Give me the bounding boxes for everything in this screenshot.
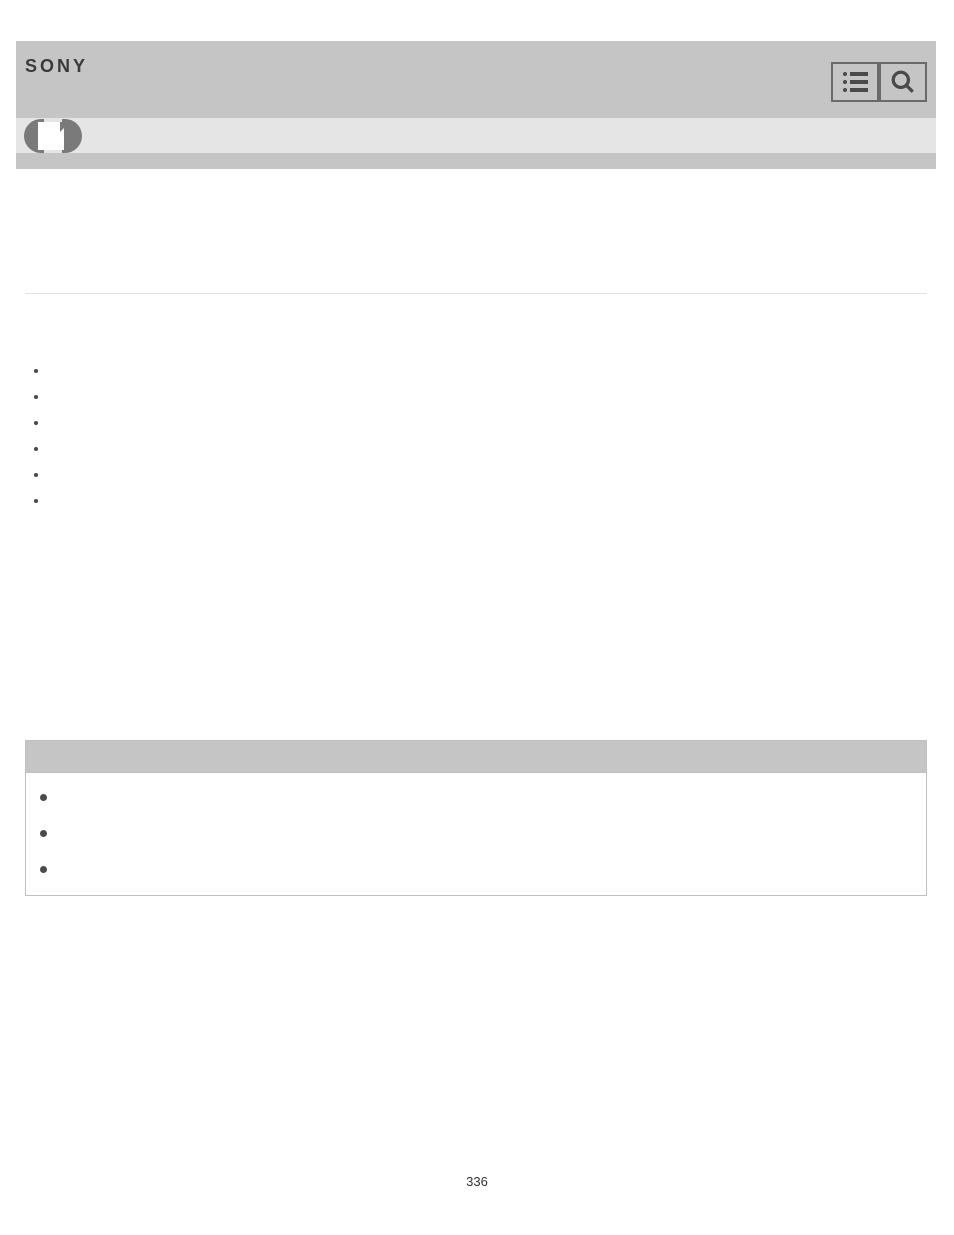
search-icon[interactable] [879, 62, 927, 102]
list-item [38, 471, 927, 477]
note-item [40, 793, 912, 801]
note-item [40, 829, 912, 837]
content-divider [25, 293, 927, 294]
list-item [38, 497, 927, 503]
list-item [38, 367, 927, 373]
note-item [40, 865, 912, 873]
header-bottom-bar [16, 153, 936, 169]
list-item [38, 393, 927, 399]
sub-header-bar [16, 118, 936, 153]
brand-logo: SONY [25, 56, 88, 77]
list-item [38, 445, 927, 451]
note-header [26, 741, 926, 773]
page-number: 336 [466, 1174, 488, 1189]
header-icons [831, 62, 927, 102]
book-icon[interactable] [24, 119, 82, 153]
note-box [25, 740, 927, 896]
bullet-list [25, 367, 927, 503]
header-bar: SONY [16, 41, 936, 118]
list-item [38, 419, 927, 425]
note-body [26, 773, 926, 895]
menu-list-icon[interactable] [831, 62, 879, 102]
main-content [16, 293, 936, 896]
